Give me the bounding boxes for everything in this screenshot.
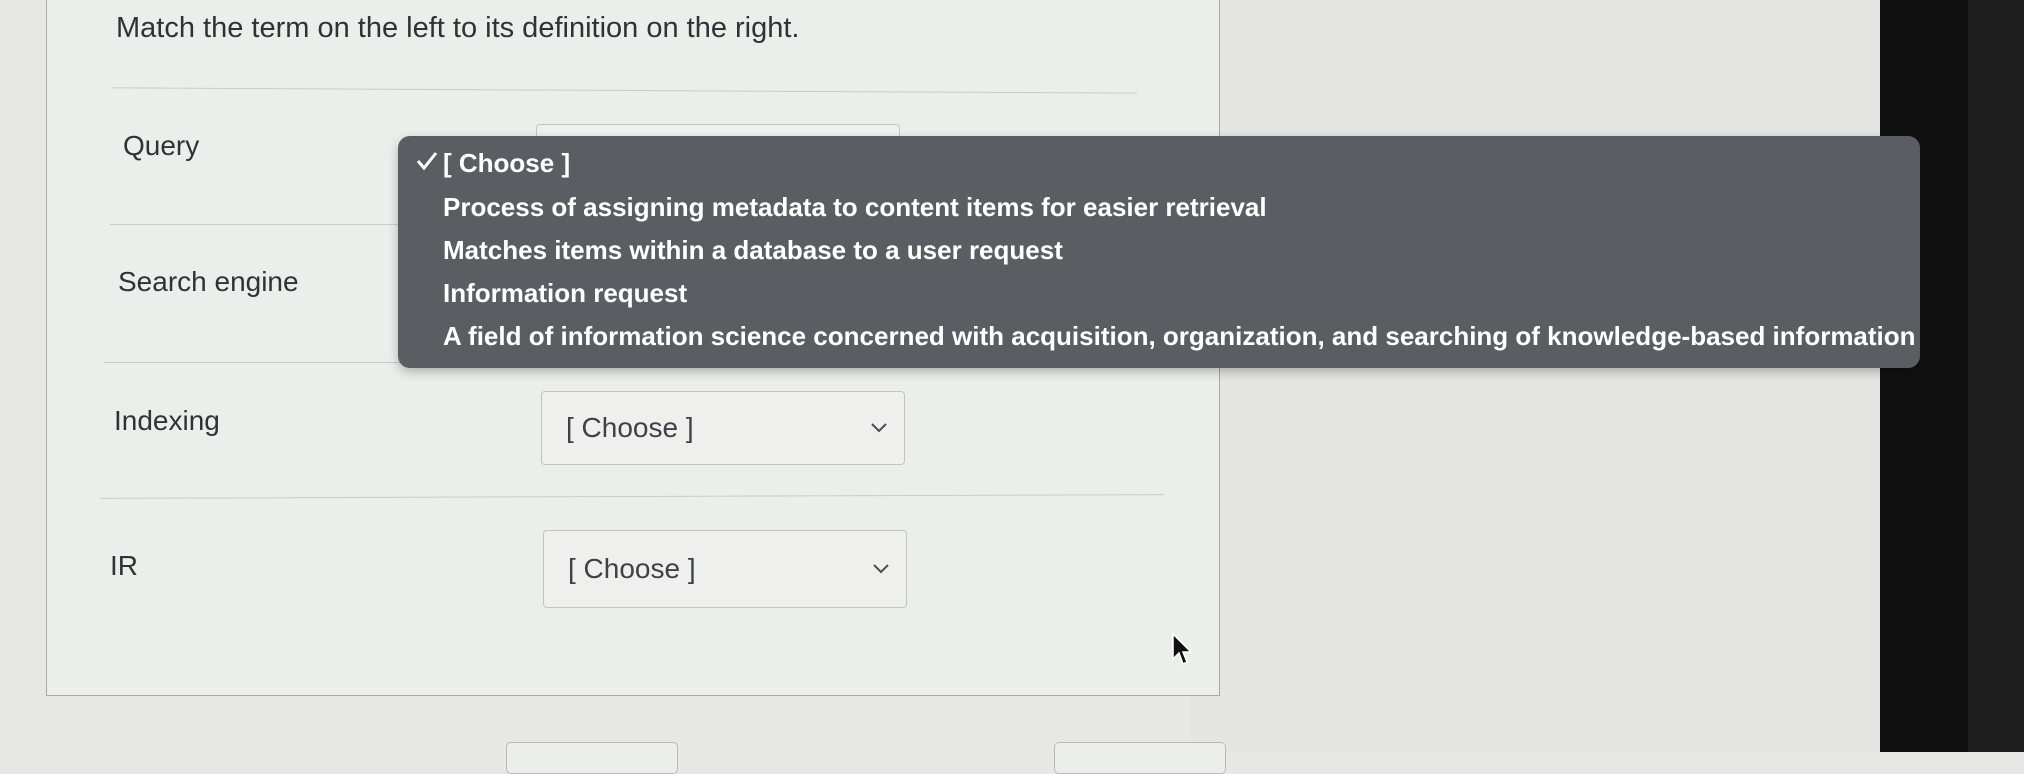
indexing-select[interactable]: [ Choose ] bbox=[541, 391, 905, 465]
term-indexing: Indexing bbox=[114, 405, 220, 436]
chevron-down-icon bbox=[871, 423, 887, 433]
term-search-engine: Search engine bbox=[118, 266, 299, 297]
ir-select[interactable]: [ Choose ] bbox=[543, 530, 907, 608]
bottom-button-left[interactable] bbox=[506, 742, 678, 774]
definition-dropdown-menu: [ Choose ] Process of assigning metadata… bbox=[398, 136, 1920, 368]
checkmark-icon bbox=[416, 152, 438, 171]
question-prompt: Match the term on the left to its defini… bbox=[116, 12, 800, 44]
dropdown-option-matches-items[interactable]: Matches items within a database to a use… bbox=[443, 235, 1063, 266]
divider-row-2 bbox=[104, 362, 400, 363]
chevron-down-icon bbox=[873, 564, 889, 574]
term-ir: IR bbox=[110, 550, 138, 581]
mouse-pointer-icon bbox=[1172, 633, 1192, 666]
bottom-button-right[interactable] bbox=[1054, 742, 1226, 774]
dropdown-option-choose[interactable]: [ Choose ] bbox=[443, 148, 570, 179]
dropdown-option-metadata[interactable]: Process of assigning metadata to content… bbox=[443, 192, 1267, 223]
dropdown-option-information-science-field[interactable]: A field of information science concerned… bbox=[443, 321, 1916, 352]
indexing-select-value: [ Choose ] bbox=[566, 412, 694, 443]
term-query: Query bbox=[123, 130, 200, 161]
divider-row-1 bbox=[110, 224, 400, 225]
screen-bezel-edge bbox=[1968, 0, 2024, 752]
dropdown-option-information-request[interactable]: Information request bbox=[443, 278, 687, 309]
ir-select-value: [ Choose ] bbox=[568, 553, 696, 584]
